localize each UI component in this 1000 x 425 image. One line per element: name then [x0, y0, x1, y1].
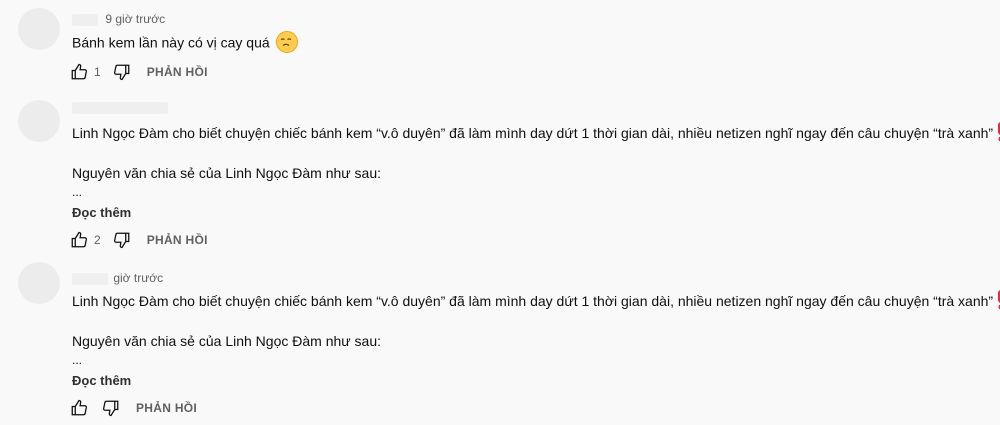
- avatar[interactable]: [18, 8, 60, 50]
- avatar[interactable]: [18, 100, 60, 142]
- thumb-down-icon[interactable]: [102, 399, 120, 417]
- reply-button[interactable]: PHẢN HỒI: [136, 401, 197, 415]
- comment-actions: 1 PHẢN HỒI: [70, 62, 208, 82]
- like-count: 1: [94, 65, 101, 79]
- comment-header: [72, 100, 168, 116]
- disappointed-face-icon: [275, 31, 298, 53]
- comment-text-content: Bánh kem lần này có vị cay quá: [72, 34, 270, 51]
- comment-ellipsis: ...: [72, 185, 83, 199]
- read-more-button[interactable]: Đọc thêm: [72, 373, 131, 388]
- comment-quote-line: Nguyên văn chia sẻ của Linh Ngọc Đàm như…: [72, 333, 381, 349]
- thumb-up-icon[interactable]: [70, 63, 88, 81]
- comment-text-content: Linh Ngọc Đàm cho biết chuyện chiếc bánh…: [72, 293, 994, 309]
- reply-button[interactable]: PHẢN HỒI: [147, 233, 208, 247]
- thumb-down-icon[interactable]: [113, 231, 131, 249]
- comment-timestamp[interactable]: giờ trước: [113, 271, 163, 285]
- like-count: 2: [94, 233, 101, 247]
- author-name-redacted[interactable]: [72, 101, 168, 114]
- comment-actions: 2 PHẢN HỒI: [70, 230, 208, 250]
- reply-button[interactable]: PHẢN HỒI: [147, 65, 208, 79]
- thumb-up-icon[interactable]: [70, 231, 88, 249]
- comment-header: 9 giờ trước: [72, 12, 165, 28]
- avatar[interactable]: [18, 262, 60, 304]
- comment-text: Bánh kem lần này có vị cay quá: [72, 31, 298, 55]
- read-more-button[interactable]: Đọc thêm: [72, 205, 131, 220]
- comment-actions: PHẢN HỒI: [70, 398, 197, 418]
- comment-text-content: Linh Ngọc Đàm cho biết chuyện chiếc bánh…: [72, 125, 994, 141]
- comment-text: Linh Ngọc Đàm cho biết chuyện chiếc bánh…: [72, 122, 1000, 144]
- comment-timestamp[interactable]: 9 giờ trước: [105, 12, 165, 26]
- comment-quote-line: Nguyên văn chia sẻ của Linh Ngọc Đàm như…: [72, 165, 381, 181]
- author-name-redacted[interactable]: [72, 272, 108, 285]
- thumb-down-icon[interactable]: [113, 63, 131, 81]
- comment-header: giờ trước: [72, 271, 163, 287]
- author-name-redacted[interactable]: [72, 13, 98, 26]
- thumb-up-icon[interactable]: [70, 399, 88, 417]
- comment-text: Linh Ngọc Đàm cho biết chuyện chiếc bánh…: [72, 290, 1000, 312]
- comment-ellipsis: ...: [72, 353, 83, 367]
